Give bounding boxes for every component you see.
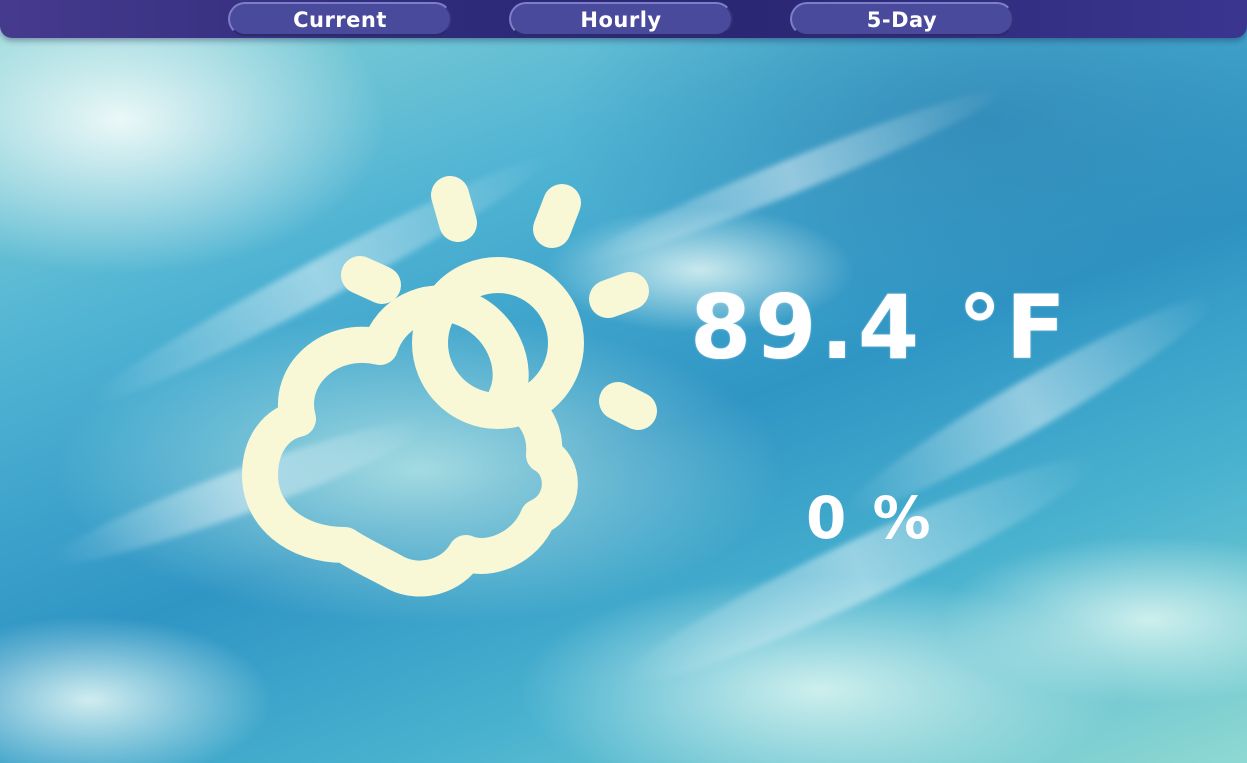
precipitation-value: 0 % [806,484,934,552]
tab-5-day[interactable]: 5-Day [790,2,1014,36]
tab-current[interactable]: Current [228,2,452,36]
nav-bar: Current Hourly 5-Day [0,0,1247,38]
tab-hourly[interactable]: Hourly [509,2,733,36]
temperature-value: 89.4 °F [690,276,1070,379]
partly-cloudy-icon [242,176,657,597]
